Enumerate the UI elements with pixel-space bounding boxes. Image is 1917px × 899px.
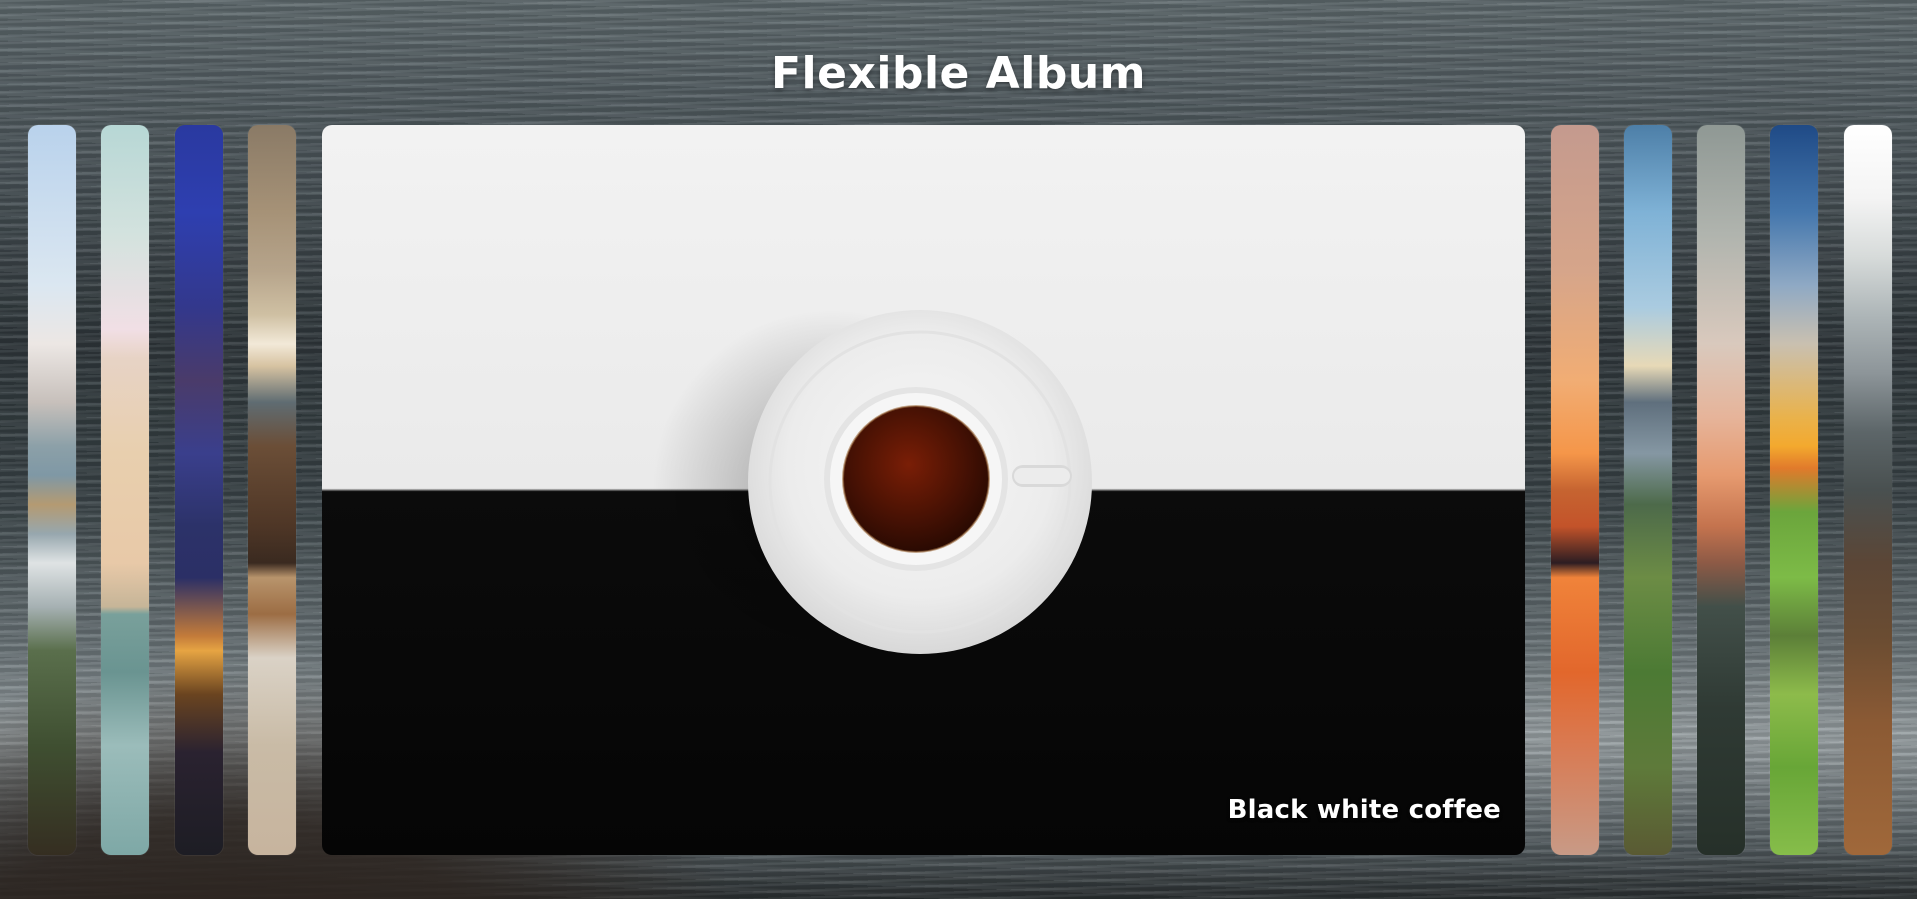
album-item-bridge-mist[interactable] (101, 125, 149, 855)
coffee-cup-image (652, 310, 1092, 670)
album-item-coastline[interactable] (28, 125, 76, 855)
album-item-coffee-cups[interactable] (248, 125, 296, 855)
page-title: Flexible Album (771, 48, 1146, 99)
album-item-sunset-trees[interactable] (1551, 125, 1599, 855)
flexible-album: Black white coffee (28, 125, 1892, 855)
active-caption: Black white coffee (1227, 795, 1501, 825)
album-item-mountain-forest[interactable] (1844, 125, 1892, 855)
album-item-dusk-mountain[interactable] (1697, 125, 1745, 855)
album-item-green-hills[interactable] (1624, 125, 1672, 855)
album-item-sunrise-meadow[interactable] (1770, 125, 1818, 855)
album-item-active[interactable]: Black white coffee (322, 125, 1525, 855)
album-item-bridge-night[interactable] (175, 125, 223, 855)
